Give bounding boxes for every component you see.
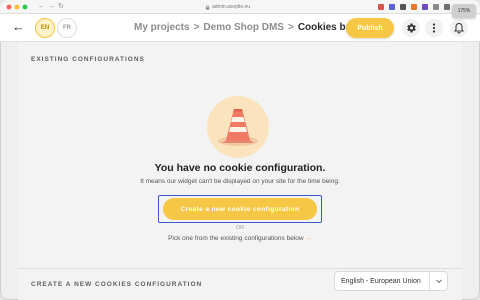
- gear-icon: [407, 23, 416, 33]
- notifications-button[interactable]: [450, 19, 468, 37]
- pick-existing-label: Pick one from the existing configuration…: [168, 235, 304, 242]
- section-title-create: CREATE A NEW COOKIES CONFIGURATION: [31, 281, 203, 288]
- zoom-level-badge: 175%: [452, 4, 476, 18]
- traffic-cone-icon: [207, 96, 269, 158]
- extension-icon[interactable]: [378, 4, 384, 10]
- chevron-down-icon: [429, 272, 447, 290]
- address-bar[interactable]: admin.axeptio.eu: [205, 2, 250, 12]
- breadcrumb-project[interactable]: Demo Shop DMS: [203, 22, 284, 33]
- main-content: EXISTING CONFIGURATIONS You have no cook…: [18, 42, 462, 300]
- empty-state-subtitle: It means our widget can't be displayed o…: [140, 178, 340, 185]
- more-vertical-icon: [432, 23, 436, 33]
- browser-forward-icon[interactable]: →: [48, 2, 55, 12]
- empty-state-title: You have no cookie configuration.: [154, 162, 326, 174]
- or-separator: OR: [235, 225, 245, 231]
- browser-toolbar: ← → ↻ admin.axeptio.eu: [0, 0, 480, 14]
- breadcrumb-my-projects[interactable]: My projects: [134, 22, 190, 33]
- extension-icon[interactable]: [411, 4, 417, 10]
- reload-icon[interactable]: ↻: [58, 2, 64, 12]
- more-options-button[interactable]: [425, 19, 443, 37]
- app-header: ← EN FR My projects > Demo Shop DMS > Cookie…: [0, 14, 480, 42]
- back-arrow-icon[interactable]: ←: [12, 20, 25, 34]
- extension-icon[interactable]: [389, 4, 395, 10]
- language-fr-toggle[interactable]: FR: [57, 18, 77, 38]
- breadcrumb-separator: >: [287, 22, 294, 33]
- extension-icon[interactable]: [433, 4, 439, 10]
- region-selected-value: English - European Union: [341, 277, 421, 285]
- publish-button[interactable]: Publish: [346, 18, 394, 38]
- extension-icon[interactable]: [422, 4, 428, 10]
- language-en-toggle[interactable]: EN: [35, 18, 55, 38]
- url-text: admin.axeptio.eu: [212, 4, 251, 10]
- region-language-select[interactable]: English - European Union: [334, 271, 448, 291]
- breadcrumb: My projects > Demo Shop DMS > Cookies banner: [134, 21, 373, 35]
- lock-icon: [205, 4, 210, 10]
- breadcrumb-separator: >: [193, 22, 200, 33]
- window-controls[interactable]: [6, 4, 32, 10]
- section-divider: [18, 268, 462, 269]
- arrow-right-icon: →: [305, 235, 312, 242]
- extension-icon[interactable]: [444, 4, 450, 10]
- browser-back-icon[interactable]: ←: [38, 2, 45, 12]
- bell-icon: [454, 22, 464, 34]
- extension-icon[interactable]: [400, 4, 406, 10]
- app-window: ← → ↻ admin.axeptio.eu ← EN FR My projec…: [0, 0, 480, 300]
- pick-existing-link[interactable]: Pick one from the existing configuration…: [18, 235, 462, 242]
- create-configuration-button[interactable]: Create a new cookie configuration: [163, 198, 317, 220]
- settings-button[interactable]: [402, 19, 420, 37]
- section-title-existing: EXISTING CONFIGURATIONS: [31, 56, 145, 63]
